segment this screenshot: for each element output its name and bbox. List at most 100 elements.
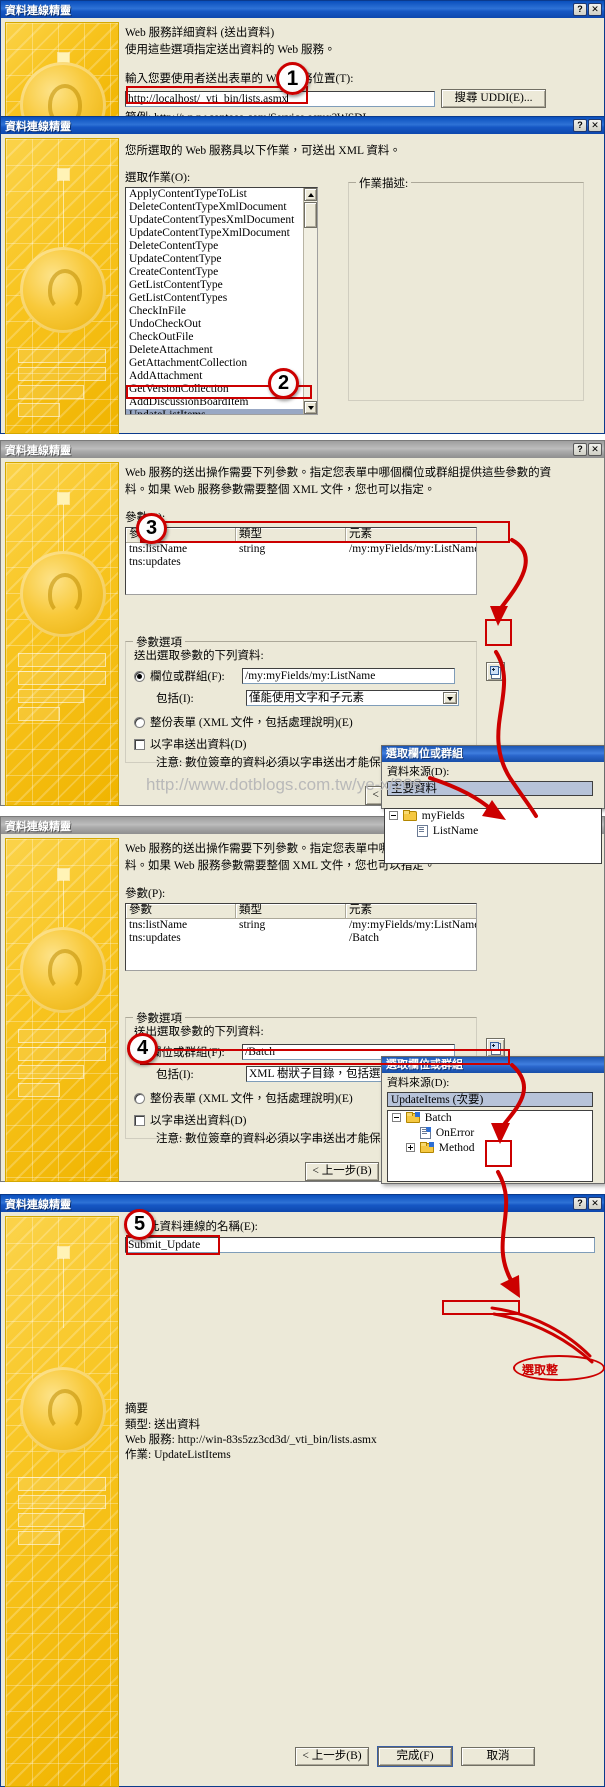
tree-node-label: myFields xyxy=(421,810,465,822)
list-item[interactable]: CheckInFile xyxy=(126,305,304,318)
table-row[interactable]: tns:listName string /my:myFields/my:List… xyxy=(126,919,476,932)
tree-node-label: Method xyxy=(438,1142,475,1154)
checkbox-submit-as-string-label: 以字串送出資料(D) xyxy=(150,1115,247,1127)
titlebar-step5[interactable]: 資料連線精靈 ? ✕ xyxy=(1,1195,604,1212)
scroll-thumb[interactable] xyxy=(304,202,317,228)
expand-icon[interactable] xyxy=(406,1143,415,1152)
back-button-step4[interactable]: < 上一步(B) xyxy=(305,1162,379,1181)
help-button[interactable]: ? xyxy=(573,1197,587,1210)
list-item[interactable]: UpdateContentType xyxy=(126,253,304,266)
close-button[interactable]: ✕ xyxy=(588,3,602,16)
banner-bars xyxy=(6,139,118,433)
cell-type xyxy=(236,556,346,569)
field-picker-popup-step4: 選取欄位或群組 資料來源(D): UpdateItems (次要) Batch … xyxy=(381,1056,605,1184)
scroll-up-button[interactable] xyxy=(304,188,317,201)
search-uddi-button[interactable]: 搜尋 UDDI(E)... xyxy=(441,89,546,108)
list-item[interactable]: DeleteAttachment xyxy=(126,344,304,357)
parameters-grid-step3[interactable]: 參數 類型 元素 tns:listName string /my:myField… xyxy=(125,527,477,595)
step4-group-caption: 送出選取參數的下列資料: xyxy=(134,1026,264,1038)
tree-node-onerror[interactable]: OnError xyxy=(388,1126,592,1141)
include-label: 包括(I): xyxy=(156,1069,194,1081)
include-combobox[interactable]: 僅能使用文字和子元素 xyxy=(246,690,459,706)
list-item[interactable]: UpdateListItems xyxy=(126,409,304,414)
window-title: 資料連線精靈 xyxy=(5,1198,71,1211)
wizard-banner-image xyxy=(5,138,119,434)
field-picker-tree-step3[interactable]: myFields ListName xyxy=(384,808,602,864)
list-item[interactable]: DeleteContentType xyxy=(126,240,304,253)
list-item[interactable]: CreateContentType xyxy=(126,266,304,279)
tree-node-myfields[interactable]: myFields xyxy=(385,809,601,824)
close-button[interactable]: ✕ xyxy=(588,119,602,132)
list-item[interactable]: DeleteContentTypeXmlDocument xyxy=(126,201,304,214)
summary-title: 摘要 xyxy=(125,1403,148,1415)
help-button[interactable]: ? xyxy=(573,443,587,456)
close-button[interactable]: ✕ xyxy=(588,1197,602,1210)
tree-node-method[interactable]: Method xyxy=(388,1141,592,1156)
step5-name-label: 輸入此資料連線的名稱(E): xyxy=(125,1221,258,1233)
cancel-button[interactable]: 取消 xyxy=(461,1747,535,1766)
field-picker-title: 選取欄位或群組 xyxy=(382,1057,604,1073)
window-title: 資料連線精靈 xyxy=(5,120,71,133)
finish-button[interactable]: 完成(F) xyxy=(378,1747,452,1766)
dialog-body-step5: 輸入此資料連線的名稱(E): Submit_Update 摘要 類型: 送出資料… xyxy=(1,1212,604,1787)
include-label: 包括(I): xyxy=(156,693,194,705)
tree-node-batch[interactable]: Batch xyxy=(388,1111,592,1126)
parameter-options-title: 參數選項 xyxy=(133,1010,185,1026)
titlebar-step1[interactable]: 資料連線精靈 ? ✕ xyxy=(1,1,604,18)
listbox-scrollbar[interactable] xyxy=(303,188,317,414)
list-item[interactable]: UpdateContentTypesXmlDocument xyxy=(126,214,304,227)
operation-description-group: 作業描述: xyxy=(348,175,584,401)
collapse-icon[interactable] xyxy=(392,1113,401,1122)
cell-param: tns:listName xyxy=(129,919,188,931)
tree-node-listname[interactable]: ListName xyxy=(385,824,601,839)
titlebar-step2[interactable]: 資料連線精靈 ? ✕ xyxy=(1,117,604,134)
scroll-down-button[interactable] xyxy=(304,401,317,414)
table-row[interactable]: tns:listName string /my:myFields/my:List… xyxy=(126,543,476,556)
help-button[interactable]: ? xyxy=(573,119,587,132)
collapse-icon[interactable] xyxy=(389,811,398,820)
help-button[interactable]: ? xyxy=(573,3,587,16)
wizard-banner-image xyxy=(5,22,119,123)
folder-icon xyxy=(419,1142,434,1153)
folder-icon xyxy=(405,1112,420,1123)
parameter-options-title: 參數選項 xyxy=(133,634,185,650)
list-item[interactable]: UpdateContentTypeXmlDocument xyxy=(126,227,304,240)
cell-type: string xyxy=(239,919,266,931)
table-row[interactable]: tns:updates xyxy=(126,556,476,569)
cell-element xyxy=(346,556,476,569)
web-service-url-input[interactable]: http://localhost/_vti_bin/lists.asmx xyxy=(125,90,435,107)
watermark-text: http://www.dotblogs.com.tw/ye-x/206 xyxy=(146,775,422,794)
summary-line-operation: 作業: UpdateListItems xyxy=(125,1449,231,1461)
radio-field-or-group[interactable] xyxy=(134,670,145,682)
field-picker-tree-step4[interactable]: Batch OnError Method xyxy=(387,1110,593,1182)
titlebar-step3[interactable]: 資料連線精靈 ? ✕ xyxy=(1,441,604,458)
close-button[interactable]: ✕ xyxy=(588,443,602,456)
window-title: 資料連線精靈 xyxy=(5,444,71,457)
radio-field-or-group-label: 欄位或群組(F): xyxy=(150,1047,225,1059)
checkbox-submit-as-string[interactable] xyxy=(134,1114,145,1126)
xsd-tag-icon xyxy=(414,1112,420,1117)
list-item[interactable]: GetListContentTypes xyxy=(126,292,304,305)
field-or-group-input[interactable]: /my:myFields/my:ListName xyxy=(242,668,455,684)
step3-desc-line1: Web 服務的送出操作需要下列參數。指定您表單中哪個欄位或群組提供這些參數的資 xyxy=(125,467,552,479)
list-item[interactable]: GetListContentType xyxy=(126,279,304,292)
field-picker-button-step4[interactable] xyxy=(486,1038,505,1057)
checkbox-submit-as-string[interactable] xyxy=(134,738,145,750)
chevron-down-icon[interactable] xyxy=(443,692,457,704)
field-picker-button-step3[interactable] xyxy=(486,662,505,681)
column-element: 元素 xyxy=(346,528,476,542)
window-title: 資料連線精靈 xyxy=(5,4,71,17)
table-row[interactable]: tns:updates /Batch xyxy=(126,932,476,945)
list-item[interactable]: ApplyContentTypeToList xyxy=(126,188,304,201)
radio-whole-form[interactable] xyxy=(134,716,145,728)
connection-name-input[interactable]: Submit_Update xyxy=(125,1237,595,1253)
radio-whole-form[interactable] xyxy=(134,1092,145,1104)
parameters-grid-step4[interactable]: 參數 類型 元素 tns:listName string /my:myField… xyxy=(125,903,477,971)
data-source-value[interactable]: UpdateItems (次要) xyxy=(387,1092,593,1107)
annotation-marker-5: 5 xyxy=(124,1209,155,1240)
folder-icon xyxy=(402,810,417,821)
list-item[interactable]: UndoCheckOut xyxy=(126,318,304,331)
back-button-step5[interactable]: < 上一步(B) xyxy=(295,1747,369,1766)
list-item[interactable]: CheckOutFile xyxy=(126,331,304,344)
dialog-step1: 資料連線精靈 ? ✕ Web 服務詳細資料 (送出資料) 使用這些選項指定送出資… xyxy=(0,0,605,124)
